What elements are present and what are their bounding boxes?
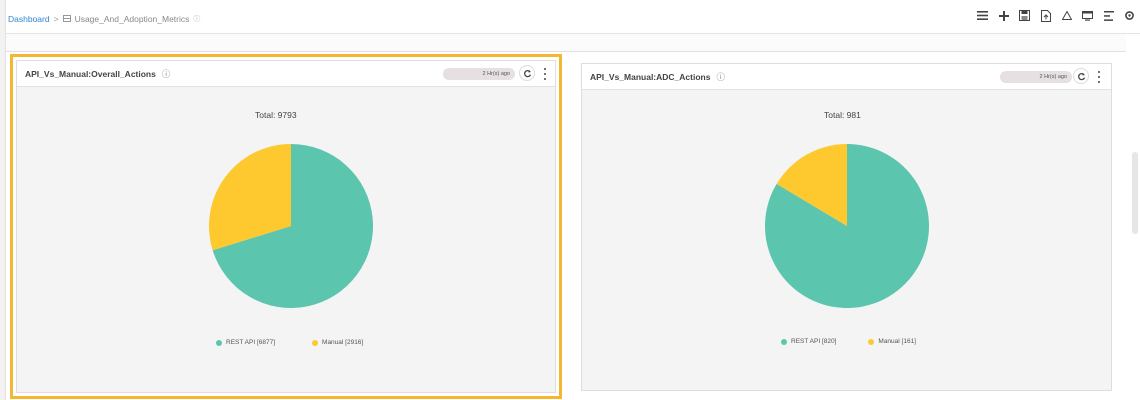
- pie-chart-overall-actions: [209, 144, 374, 308]
- dashboard-page: Dashboard > Usage_And_Adoption_Metrics ⓘ: [0, 0, 1140, 400]
- refresh-button[interactable]: [519, 65, 535, 81]
- info-icon[interactable]: ⓘ: [716, 71, 725, 83]
- refresh-button[interactable]: [1073, 68, 1089, 84]
- legend-swatch-rest-api: [781, 338, 787, 345]
- left-sidebar-edge: [0, 0, 6, 400]
- widget-overall-actions[interactable]: API_Vs_Manual:Overall_Actions ⓘ 2 Hr(s) …: [10, 54, 562, 399]
- refresh-icon: [523, 69, 531, 77]
- legend-label: REST API [6877]: [226, 339, 276, 346]
- dashboard-grid-icon: [62, 15, 71, 22]
- widget-area-header: [6, 34, 1126, 52]
- pie-chart-adc-actions: [764, 144, 929, 308]
- legend-swatch-rest-api: [216, 339, 222, 346]
- last-updated-badge: 2 Hr(s) ago: [1000, 71, 1072, 83]
- top-bar: Dashboard > Usage_And_Adoption_Metrics ⓘ: [6, 4, 1140, 34]
- legend-label: Manual [161]: [878, 338, 916, 345]
- widget-title: API_Vs_Manual:ADC_Actions: [590, 71, 711, 82]
- widget-adc-actions[interactable]: API_Vs_Manual:ADC_Actions ⓘ 2 Hr(s) ago …: [581, 63, 1112, 391]
- info-icon[interactable]: ⓘ: [193, 14, 200, 24]
- chart-total: Total: 9793: [255, 110, 297, 120]
- widget-title: API_Vs_Manual:Overall_Actions: [25, 68, 156, 79]
- last-updated-badge: 2 Hr(s) ago: [443, 68, 515, 80]
- legend-item-rest-api[interactable]: REST API [6877]: [216, 339, 275, 346]
- chart-legend: REST API [6877] Manual [2916]: [216, 339, 363, 346]
- legend-item-manual[interactable]: Manual [161]: [868, 338, 916, 345]
- more-options-icon[interactable]: [1096, 70, 1102, 84]
- breadcrumb-dashboard-name: Usage_And_Adoption_Metrics: [74, 13, 190, 24]
- chart-legend: REST API [820] Manual [161]: [781, 338, 916, 345]
- dashboard-toolbar: [974, 7, 1138, 24]
- breadcrumb: Dashboard > Usage_And_Adoption_Metrics ⓘ: [6, 14, 200, 24]
- list-icon[interactable]: [974, 7, 991, 24]
- widget-header: API_Vs_Manual:ADC_Actions ⓘ 2 Hr(s) ago: [582, 64, 1111, 90]
- chart-total: Total: 981: [824, 110, 861, 120]
- legend-item-rest-api[interactable]: REST API [820]: [781, 338, 836, 345]
- add-icon[interactable]: [995, 7, 1012, 24]
- export-icon[interactable]: [1037, 7, 1054, 24]
- legend-label: Manual [2916]: [322, 339, 364, 346]
- alert-icon[interactable]: [1058, 7, 1075, 24]
- breadcrumb-dashboard-link[interactable]: Dashboard: [8, 14, 50, 24]
- filter-icon[interactable]: [1100, 7, 1117, 24]
- settings-icon[interactable]: [1121, 7, 1138, 24]
- legend-label: REST API [820]: [791, 338, 837, 345]
- scrollbar-thumb[interactable]: [1132, 152, 1138, 234]
- save-icon[interactable]: [1016, 7, 1033, 24]
- widget-header: API_Vs_Manual:Overall_Actions ⓘ 2 Hr(s) …: [17, 61, 555, 87]
- legend-swatch-manual: [868, 338, 875, 345]
- refresh-icon: [1077, 72, 1085, 80]
- legend-swatch-manual: [312, 339, 319, 346]
- legend-item-manual[interactable]: Manual [2916]: [312, 339, 363, 346]
- display-icon[interactable]: [1079, 7, 1096, 24]
- more-options-icon[interactable]: [542, 67, 548, 81]
- scrollbar[interactable]: [1126, 34, 1140, 400]
- breadcrumb-separator: >: [53, 13, 59, 24]
- info-icon[interactable]: ⓘ: [162, 68, 171, 80]
